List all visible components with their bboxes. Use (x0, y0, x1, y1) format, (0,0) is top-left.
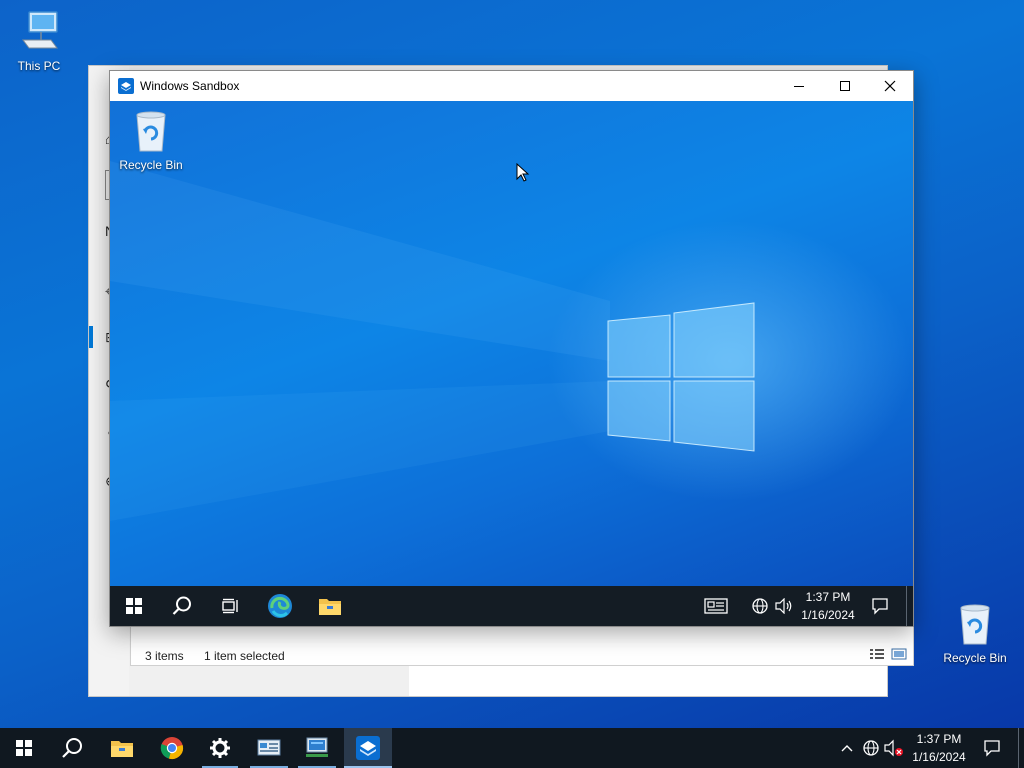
vm-clock-time: 1:37 PM (805, 590, 851, 604)
file-explorer-button[interactable] (98, 728, 146, 768)
volume-icon (775, 598, 792, 614)
mouse-cursor-icon (516, 163, 530, 182)
settings-button[interactable] (198, 728, 242, 768)
window-title: Windows Sandbox (140, 79, 240, 93)
this-pc-icon (22, 11, 58, 49)
maximize-icon (840, 81, 850, 91)
recycle-bin-icon (960, 604, 990, 645)
vm-news-button[interactable] (698, 586, 734, 626)
minimize-button[interactable] (776, 71, 822, 101)
vm-network-button[interactable] (748, 586, 772, 626)
host-taskbar: 1:37 PM 1/16/2024 (0, 728, 1024, 768)
vm-volume-button[interactable] (772, 586, 796, 626)
recycle-bin-icon (136, 111, 166, 152)
windows-sandbox-icon (356, 736, 380, 760)
vm-clock[interactable]: 1:37 PM 1/16/2024 (798, 588, 858, 624)
status-item-count: 3 items (145, 649, 184, 663)
vm-clock-date: 1/16/2024 (801, 608, 855, 622)
volume-muted-button[interactable] (882, 728, 906, 768)
chevron-up-icon (841, 745, 853, 752)
vm-edge-button[interactable] (258, 586, 302, 626)
sandbox-taskbar: 1:37 PM 1/16/2024 (110, 586, 913, 626)
desktop-icon-label: This PC (17, 59, 61, 73)
search-icon (62, 738, 82, 758)
clock-date: 1/16/2024 (912, 750, 966, 764)
network-icon (863, 740, 879, 756)
network-icon (752, 598, 768, 614)
maximize-button[interactable] (822, 71, 868, 101)
network-button[interactable] (860, 728, 882, 768)
chrome-icon (160, 737, 184, 760)
task-view-icon (222, 598, 238, 614)
chrome-button[interactable] (148, 728, 196, 768)
windows-logo-wallpaper (110, 161, 755, 521)
file-explorer-icon (319, 599, 341, 615)
desktop-icon-recycle-bin[interactable]: Recycle Bin (937, 602, 1013, 665)
remote-desktop-button[interactable] (294, 728, 340, 768)
show-hidden-icons-button[interactable] (836, 728, 858, 768)
notification-icon (872, 598, 888, 615)
close-button[interactable] (867, 71, 913, 101)
file-explorer-icon (111, 741, 133, 757)
vm-action-center-button[interactable] (866, 586, 894, 626)
vm-task-view-button[interactable] (208, 586, 252, 626)
desktop-icon-label: Recycle Bin (119, 158, 183, 172)
edge-icon (268, 594, 292, 618)
desktop-icon-label: Recycle Bin (943, 651, 1007, 665)
search-button[interactable] (48, 728, 96, 768)
status-selection: 1 item selected (204, 649, 285, 663)
background-window-content (409, 666, 887, 696)
windows-sandbox-taskbar-button[interactable] (344, 728, 392, 768)
news-icon (704, 598, 728, 614)
clock[interactable]: 1:37 PM 1/16/2024 (906, 730, 972, 766)
close-icon (884, 80, 896, 92)
show-desktop-button[interactable] (1018, 728, 1024, 768)
vm-show-desktop-divider[interactable] (906, 586, 907, 626)
start-icon (16, 740, 32, 756)
vm-start-button[interactable] (112, 586, 156, 626)
vm-desktop-icon-recycle-bin[interactable]: Recycle Bin (113, 109, 189, 172)
nav-selection-indicator (89, 326, 93, 348)
large-icons-view-icon[interactable] (891, 648, 907, 660)
notification-icon (984, 740, 1000, 757)
search-icon (172, 596, 191, 615)
remote-desktop-icon (306, 737, 328, 757)
control-panel-icon (257, 739, 281, 756)
sandbox-vm-desktop[interactable]: Recycle Bin 1:37 PM 1/16/2024 (110, 101, 913, 626)
action-center-button[interactable] (978, 728, 1006, 768)
sandbox-title-bar[interactable]: Windows Sandbox (110, 71, 913, 101)
start-button[interactable] (0, 728, 48, 768)
volume-muted-icon (884, 739, 903, 757)
clock-time: 1:37 PM (916, 732, 962, 746)
start-icon (126, 598, 142, 614)
windows-sandbox-icon (118, 78, 134, 94)
minimize-icon (794, 86, 804, 87)
vm-search-button[interactable] (160, 586, 204, 626)
vm-file-explorer-button[interactable] (308, 586, 352, 626)
host-desktop: This PC Recycle Bin ⌂ N ⌖ ⊞ ⚲ ⚬ ⊕ 3 item… (0, 0, 1024, 728)
desktop-icon-this-pc[interactable]: This PC (1, 10, 77, 73)
details-view-icon[interactable] (869, 648, 885, 660)
settings-icon (210, 738, 230, 758)
windows-sandbox-window[interactable]: Windows Sandbox Recycle Bin 1:37 PM 1/16… (109, 70, 914, 627)
control-panel-button[interactable] (246, 728, 292, 768)
